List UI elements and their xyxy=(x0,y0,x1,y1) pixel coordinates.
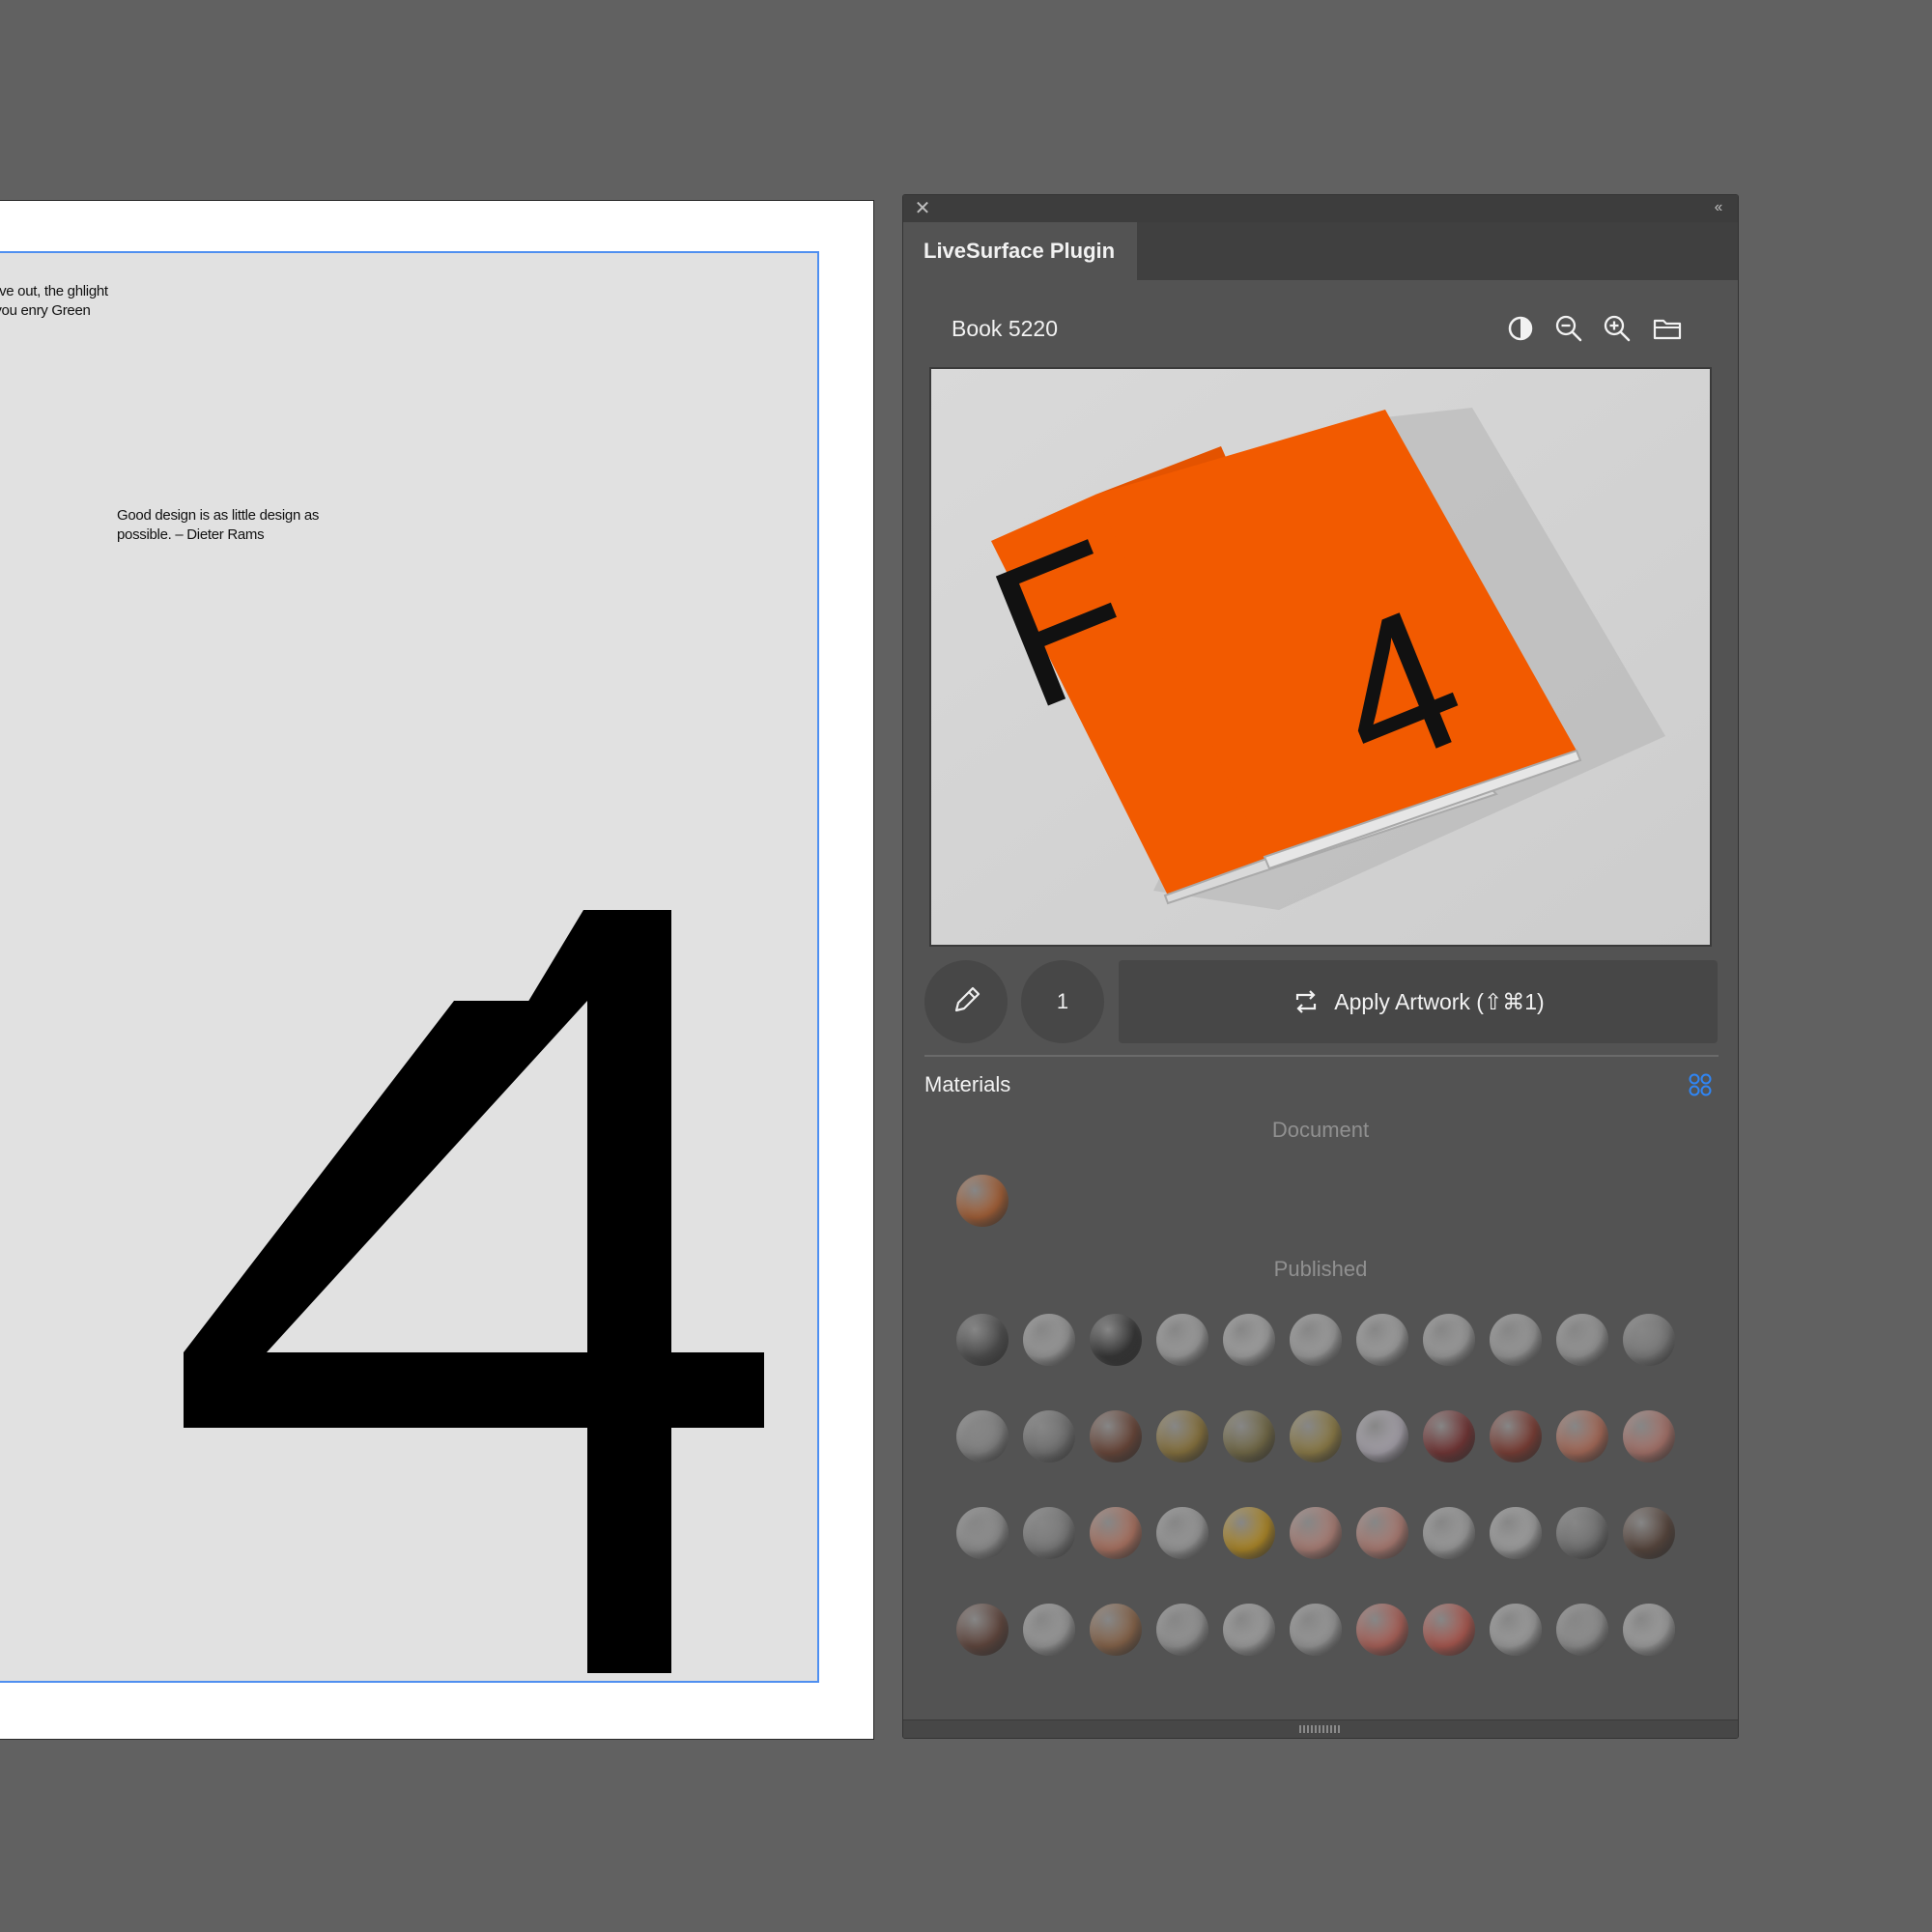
material-swatch[interactable] xyxy=(1290,1604,1342,1656)
mockup-title: Book 5220 xyxy=(952,316,1058,341)
action-row: 1 Apply Artwork (⇧⌘1) xyxy=(924,960,1719,1043)
panel-resize-bar[interactable] xyxy=(903,1719,1738,1738)
material-swatch[interactable] xyxy=(1290,1410,1342,1463)
material-swatch[interactable] xyxy=(1423,1604,1475,1656)
material-swatch[interactable] xyxy=(1556,1410,1608,1463)
material-swatch[interactable] xyxy=(1490,1410,1542,1463)
material-swatch[interactable] xyxy=(1156,1410,1208,1463)
document-section-label: Document xyxy=(1271,1118,1370,1142)
material-swatch[interactable] xyxy=(1556,1314,1608,1366)
material-swatch[interactable] xyxy=(1090,1507,1142,1559)
quote-text-top[interactable]: ou leave out, the ghlight what you enry … xyxy=(0,282,116,321)
material-swatch[interactable] xyxy=(1356,1507,1408,1559)
published-section-label: Published xyxy=(1273,1257,1368,1281)
material-swatch[interactable] xyxy=(956,1410,1009,1463)
material-swatch[interactable] xyxy=(1156,1507,1208,1559)
material-swatch[interactable] xyxy=(1023,1410,1075,1463)
edit-pencil-button[interactable] xyxy=(924,960,1008,1043)
zoom-in-icon[interactable] xyxy=(1601,312,1634,345)
zoom-out-icon[interactable] xyxy=(1552,312,1585,345)
material-swatch[interactable] xyxy=(956,1604,1009,1656)
grid-view-icon[interactable] xyxy=(1688,1072,1713,1097)
tab-livesurface-plugin[interactable]: LiveSurface Plugin xyxy=(903,222,1137,280)
pencil-icon xyxy=(954,986,980,1012)
material-swatch[interactable] xyxy=(1290,1507,1342,1559)
material-swatch[interactable] xyxy=(1556,1604,1608,1656)
material-swatch[interactable] xyxy=(1223,1604,1275,1656)
material-swatch[interactable] xyxy=(1356,1314,1408,1366)
material-swatch[interactable] xyxy=(1623,1410,1675,1463)
material-swatch[interactable] xyxy=(1490,1507,1542,1559)
material-swatch[interactable] xyxy=(1423,1507,1475,1559)
big-numeral-4[interactable] xyxy=(184,910,802,1673)
material-swatch[interactable] xyxy=(1423,1314,1475,1366)
material-swatch[interactable] xyxy=(1223,1410,1275,1463)
page-frame[interactable]: ou leave out, the ghlight what you enry … xyxy=(0,251,819,1683)
apply-refresh-icon xyxy=(1296,990,1317,1013)
page-count-button[interactable]: 1 xyxy=(1021,960,1104,1043)
material-swatch[interactable] xyxy=(1490,1604,1542,1656)
document-materials xyxy=(903,1175,1738,1233)
close-icon[interactable]: ✕ xyxy=(912,198,933,219)
livesurface-panel: ✕ ‹‹ LiveSurface Plugin Book 5220 F 4 1 … xyxy=(902,194,1739,1739)
material-swatch[interactable] xyxy=(1090,1604,1142,1656)
artboard: ou leave out, the ghlight what you enry … xyxy=(0,200,874,1740)
folder-icon[interactable] xyxy=(1651,312,1684,345)
material-swatch[interactable] xyxy=(956,1175,1009,1227)
published-materials xyxy=(903,1314,1738,1700)
mockup-preview[interactable]: F 4 xyxy=(929,367,1712,947)
material-swatch[interactable] xyxy=(1623,1604,1675,1656)
material-swatch[interactable] xyxy=(1356,1410,1408,1463)
materials-heading: Materials xyxy=(924,1072,1011,1096)
material-swatch[interactable] xyxy=(956,1314,1009,1366)
apply-artwork-button[interactable]: Apply Artwork (⇧⌘1) xyxy=(1119,960,1718,1043)
material-swatch[interactable] xyxy=(1223,1507,1275,1559)
double-chevron-left-icon[interactable]: ‹‹ xyxy=(1707,197,1728,218)
material-swatch[interactable] xyxy=(1356,1604,1408,1656)
apply-artwork-label: Apply Artwork (⇧⌘1) xyxy=(1334,988,1545,1014)
material-swatch[interactable] xyxy=(1156,1604,1208,1656)
material-swatch[interactable] xyxy=(1090,1314,1142,1366)
material-swatch[interactable] xyxy=(1490,1314,1542,1366)
material-swatch[interactable] xyxy=(1023,1314,1075,1366)
material-swatch[interactable] xyxy=(1290,1314,1342,1366)
material-swatch[interactable] xyxy=(1023,1604,1075,1656)
panel-tabbar: LiveSurface Plugin xyxy=(903,222,1738,280)
resize-grip-icon[interactable] xyxy=(1299,1725,1342,1733)
material-swatch[interactable] xyxy=(1023,1507,1075,1559)
contrast-icon[interactable] xyxy=(1504,312,1537,345)
material-swatch[interactable] xyxy=(1156,1314,1208,1366)
material-swatch[interactable] xyxy=(1623,1314,1675,1366)
quote-text-dieter-rams[interactable]: Good design is as little design as possi… xyxy=(117,506,349,545)
book-mockup-image: F 4 xyxy=(931,369,1710,945)
material-swatch[interactable] xyxy=(1423,1410,1475,1463)
material-swatch[interactable] xyxy=(956,1507,1009,1559)
divider xyxy=(924,1055,1719,1057)
panel-titlebar: ✕ ‹‹ xyxy=(903,195,1738,222)
material-swatch[interactable] xyxy=(1623,1507,1675,1559)
material-swatch[interactable] xyxy=(1223,1314,1275,1366)
material-swatch[interactable] xyxy=(1090,1410,1142,1463)
material-swatch[interactable] xyxy=(1556,1507,1608,1559)
